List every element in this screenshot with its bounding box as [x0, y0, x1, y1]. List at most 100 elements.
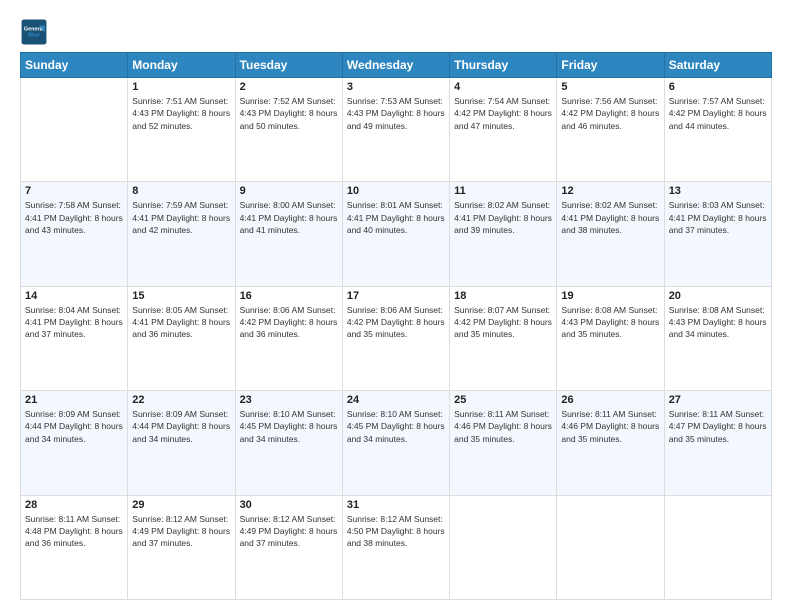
- calendar-cell: 23 Sunrise: 8:10 AM Sunset: 4:45 PM Dayli…: [235, 391, 342, 495]
- calendar-cell: 27 Sunrise: 8:11 AM Sunset: 4:47 PM Dayli…: [664, 391, 771, 495]
- day-info: Sunrise: 8:11 AM Sunset: 4:46 PM Dayligh…: [454, 408, 552, 445]
- day-number: 19: [561, 290, 659, 302]
- calendar-cell: 13Sunrise: 8:03 AM Sunset: 4:41 PM Dayli…: [664, 182, 771, 286]
- weekday-header-friday: Friday: [557, 53, 664, 78]
- calendar-cell: [664, 495, 771, 599]
- day-info: Sunrise: 8:09 AM Sunset: 4:44 PM Dayligh…: [25, 408, 123, 445]
- calendar-cell: [21, 78, 128, 182]
- calendar-cell: 4Sunrise: 7:54 AM Sunset: 4:42 PM Daylig…: [450, 78, 557, 182]
- day-number: 17: [347, 290, 445, 302]
- day-number: 25: [454, 394, 552, 406]
- day-info: Sunrise: 7:58 AM Sunset: 4:41 PM Dayligh…: [25, 199, 123, 236]
- calendar-cell: 17 Sunrise: 8:06 AM Sunset: 4:42 PM Dayli…: [342, 286, 449, 390]
- calendar-week-4: 21 Sunrise: 8:09 AM Sunset: 4:44 PM Dayli…: [21, 391, 772, 495]
- day-info: Sunrise: 7:51 AM Sunset: 4:43 PM Dayligh…: [132, 95, 230, 132]
- calendar-cell: 2 Sunrise: 7:52 AM Sunset: 4:43 PM Daylig…: [235, 78, 342, 182]
- day-info: Sunrise: 7:59 AM Sunset: 4:41 PM Dayligh…: [132, 199, 230, 236]
- day-info: Sunrise: 7:52 AM Sunset: 4:43 PM Dayligh…: [240, 95, 338, 132]
- day-info: Sunrise: 8:05 AM Sunset: 4:41 PM Dayligh…: [132, 304, 230, 341]
- calendar-cell: 11 Sunrise: 8:02 AM Sunset: 4:41 PM Dayli…: [450, 182, 557, 286]
- day-info: Sunrise: 7:57 AM Sunset: 4:42 PM Dayligh…: [669, 95, 767, 132]
- weekday-header-saturday: Saturday: [664, 53, 771, 78]
- calendar-cell: 6 Sunrise: 7:57 AM Sunset: 4:42 PM Daylig…: [664, 78, 771, 182]
- calendar-cell: 22 Sunrise: 8:09 AM Sunset: 4:44 PM Dayli…: [128, 391, 235, 495]
- day-info: Sunrise: 8:08 AM Sunset: 4:43 PM Dayligh…: [669, 304, 767, 341]
- calendar-header-row: SundayMondayTuesdayWednesdayThursdayFrid…: [21, 53, 772, 78]
- calendar-cell: [557, 495, 664, 599]
- day-info: Sunrise: 8:12 AM Sunset: 4:50 PM Dayligh…: [347, 513, 445, 550]
- calendar-cell: 3 Sunrise: 7:53 AM Sunset: 4:43 PM Daylig…: [342, 78, 449, 182]
- day-number: 16: [240, 290, 338, 302]
- day-number: 6: [669, 81, 767, 93]
- day-number: 8: [132, 185, 230, 197]
- logo-icon: General Blue: [20, 18, 48, 46]
- calendar-cell: 19 Sunrise: 8:08 AM Sunset: 4:43 PM Dayli…: [557, 286, 664, 390]
- day-number: 20: [669, 290, 767, 302]
- day-number: 23: [240, 394, 338, 406]
- day-info: Sunrise: 8:06 AM Sunset: 4:42 PM Dayligh…: [347, 304, 445, 341]
- weekday-header-wednesday: Wednesday: [342, 53, 449, 78]
- day-info: Sunrise: 8:12 AM Sunset: 4:49 PM Dayligh…: [132, 513, 230, 550]
- calendar-cell: 10 Sunrise: 8:01 AM Sunset: 4:41 PM Dayli…: [342, 182, 449, 286]
- day-number: 3: [347, 81, 445, 93]
- calendar-cell: 21 Sunrise: 8:09 AM Sunset: 4:44 PM Dayli…: [21, 391, 128, 495]
- day-number: 10: [347, 185, 445, 197]
- day-number: 22: [132, 394, 230, 406]
- day-info: Sunrise: 8:10 AM Sunset: 4:45 PM Dayligh…: [240, 408, 338, 445]
- calendar-cell: 20 Sunrise: 8:08 AM Sunset: 4:43 PM Dayli…: [664, 286, 771, 390]
- calendar-cell: 7 Sunrise: 7:58 AM Sunset: 4:41 PM Daylig…: [21, 182, 128, 286]
- calendar-cell: 24 Sunrise: 8:10 AM Sunset: 4:45 PM Dayli…: [342, 391, 449, 495]
- day-info: Sunrise: 7:53 AM Sunset: 4:43 PM Dayligh…: [347, 95, 445, 132]
- day-number: 5: [561, 81, 659, 93]
- calendar-week-3: 14Sunrise: 8:04 AM Sunset: 4:41 PM Dayli…: [21, 286, 772, 390]
- day-number: 24: [347, 394, 445, 406]
- day-number: 2: [240, 81, 338, 93]
- calendar-week-5: 28Sunrise: 8:11 AM Sunset: 4:48 PM Dayli…: [21, 495, 772, 599]
- day-info: Sunrise: 8:07 AM Sunset: 4:42 PM Dayligh…: [454, 304, 552, 341]
- day-info: Sunrise: 8:09 AM Sunset: 4:44 PM Dayligh…: [132, 408, 230, 445]
- calendar-cell: [450, 495, 557, 599]
- day-info: Sunrise: 8:01 AM Sunset: 4:41 PM Dayligh…: [347, 199, 445, 236]
- day-number: 13: [669, 185, 767, 197]
- calendar-cell: 8 Sunrise: 7:59 AM Sunset: 4:41 PM Daylig…: [128, 182, 235, 286]
- day-info: Sunrise: 8:02 AM Sunset: 4:41 PM Dayligh…: [454, 199, 552, 236]
- calendar-cell: 14Sunrise: 8:04 AM Sunset: 4:41 PM Dayli…: [21, 286, 128, 390]
- calendar-cell: 15Sunrise: 8:05 AM Sunset: 4:41 PM Dayli…: [128, 286, 235, 390]
- calendar-cell: 12Sunrise: 8:02 AM Sunset: 4:41 PM Dayli…: [557, 182, 664, 286]
- calendar-cell: 16 Sunrise: 8:06 AM Sunset: 4:42 PM Dayli…: [235, 286, 342, 390]
- day-number: 18: [454, 290, 552, 302]
- calendar-week-2: 7 Sunrise: 7:58 AM Sunset: 4:41 PM Daylig…: [21, 182, 772, 286]
- calendar-cell: 25 Sunrise: 8:11 AM Sunset: 4:46 PM Dayli…: [450, 391, 557, 495]
- logo: General Blue: [20, 18, 52, 46]
- weekday-header-monday: Monday: [128, 53, 235, 78]
- day-number: 29: [132, 499, 230, 511]
- day-info: Sunrise: 8:11 AM Sunset: 4:47 PM Dayligh…: [669, 408, 767, 445]
- calendar-table: SundayMondayTuesdayWednesdayThursdayFrid…: [20, 52, 772, 600]
- day-number: 27: [669, 394, 767, 406]
- calendar-cell: 31 Sunrise: 8:12 AM Sunset: 4:50 PM Dayli…: [342, 495, 449, 599]
- day-number: 28: [25, 499, 123, 511]
- weekday-header-tuesday: Tuesday: [235, 53, 342, 78]
- day-info: Sunrise: 8:06 AM Sunset: 4:42 PM Dayligh…: [240, 304, 338, 341]
- calendar-cell: 1Sunrise: 7:51 AM Sunset: 4:43 PM Daylig…: [128, 78, 235, 182]
- calendar-week-1: 1Sunrise: 7:51 AM Sunset: 4:43 PM Daylig…: [21, 78, 772, 182]
- weekday-header-sunday: Sunday: [21, 53, 128, 78]
- calendar-cell: 30 Sunrise: 8:12 AM Sunset: 4:49 PM Dayli…: [235, 495, 342, 599]
- day-number: 30: [240, 499, 338, 511]
- weekday-header-thursday: Thursday: [450, 53, 557, 78]
- day-number: 31: [347, 499, 445, 511]
- calendar-cell: 18 Sunrise: 8:07 AM Sunset: 4:42 PM Dayli…: [450, 286, 557, 390]
- day-number: 4: [454, 81, 552, 93]
- day-number: 11: [454, 185, 552, 197]
- calendar-cell: 9Sunrise: 8:00 AM Sunset: 4:41 PM Daylig…: [235, 182, 342, 286]
- day-info: Sunrise: 8:02 AM Sunset: 4:41 PM Dayligh…: [561, 199, 659, 236]
- day-info: Sunrise: 8:11 AM Sunset: 4:46 PM Dayligh…: [561, 408, 659, 445]
- calendar-cell: 26Sunrise: 8:11 AM Sunset: 4:46 PM Dayli…: [557, 391, 664, 495]
- page: General Blue SundayMondayTuesdayWednesda…: [0, 0, 792, 612]
- day-number: 21: [25, 394, 123, 406]
- day-info: Sunrise: 8:12 AM Sunset: 4:49 PM Dayligh…: [240, 513, 338, 550]
- calendar-cell: 28Sunrise: 8:11 AM Sunset: 4:48 PM Dayli…: [21, 495, 128, 599]
- day-info: Sunrise: 8:08 AM Sunset: 4:43 PM Dayligh…: [561, 304, 659, 341]
- day-number: 7: [25, 185, 123, 197]
- day-info: Sunrise: 8:10 AM Sunset: 4:45 PM Dayligh…: [347, 408, 445, 445]
